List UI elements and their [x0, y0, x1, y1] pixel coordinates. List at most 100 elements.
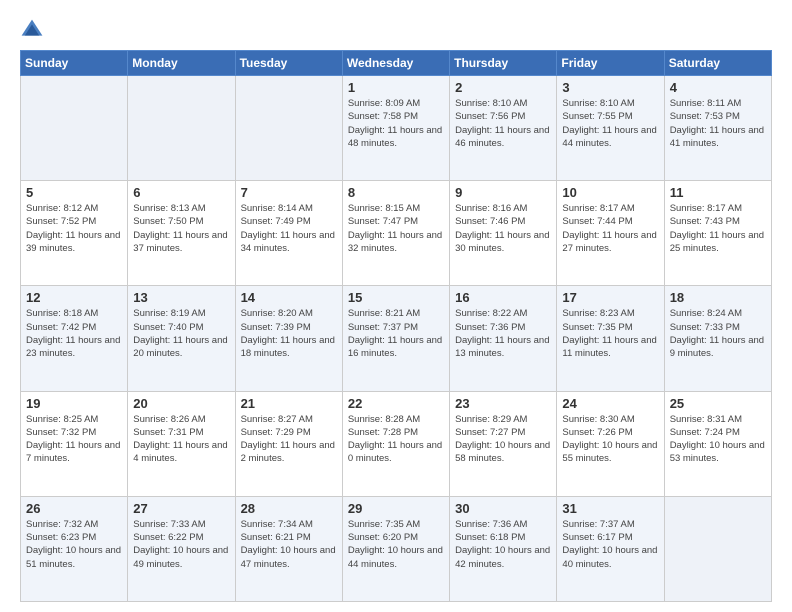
day-info: Sunrise: 8:14 AM Sunset: 7:49 PM Dayligh… — [241, 202, 337, 255]
day-number: 18 — [670, 290, 766, 305]
calendar-cell — [664, 496, 771, 601]
day-number: 1 — [348, 80, 444, 95]
calendar-cell: 10 Sunrise: 8:17 AM Sunset: 7:44 PM Dayli… — [557, 181, 664, 286]
day-info: Sunrise: 8:30 AM Sunset: 7:26 PM Dayligh… — [562, 413, 658, 466]
day-info: Sunrise: 8:18 AM Sunset: 7:42 PM Dayligh… — [26, 307, 122, 360]
calendar-cell: 11 Sunrise: 8:17 AM Sunset: 7:43 PM Dayli… — [664, 181, 771, 286]
calendar-cell: 31 Sunrise: 7:37 AM Sunset: 6:17 PM Dayli… — [557, 496, 664, 601]
header — [20, 18, 772, 42]
day-number: 27 — [133, 501, 229, 516]
day-info: Sunrise: 8:23 AM Sunset: 7:35 PM Dayligh… — [562, 307, 658, 360]
day-number: 10 — [562, 185, 658, 200]
logo — [20, 18, 48, 42]
col-header-sunday: Sunday — [21, 51, 128, 76]
day-number: 19 — [26, 396, 122, 411]
day-info: Sunrise: 8:22 AM Sunset: 7:36 PM Dayligh… — [455, 307, 551, 360]
day-info: Sunrise: 8:10 AM Sunset: 7:55 PM Dayligh… — [562, 97, 658, 150]
day-number: 9 — [455, 185, 551, 200]
calendar-cell: 19 Sunrise: 8:25 AM Sunset: 7:32 PM Dayli… — [21, 391, 128, 496]
calendar-week-1: 1 Sunrise: 8:09 AM Sunset: 7:58 PM Daylig… — [21, 76, 772, 181]
calendar-cell: 20Sunrise: 8:26 AM Sunset: 7:31 PM Dayli… — [128, 391, 235, 496]
calendar-cell: 13 Sunrise: 8:19 AM Sunset: 7:40 PM Dayli… — [128, 286, 235, 391]
day-info: Sunrise: 7:35 AM Sunset: 6:20 PM Dayligh… — [348, 518, 444, 571]
calendar-week-2: 5Sunrise: 8:12 AM Sunset: 7:52 PM Daylig… — [21, 181, 772, 286]
day-number: 28 — [241, 501, 337, 516]
day-number: 8 — [348, 185, 444, 200]
col-header-friday: Friday — [557, 51, 664, 76]
calendar-cell: 4 Sunrise: 8:11 AM Sunset: 7:53 PM Daylig… — [664, 76, 771, 181]
day-number: 30 — [455, 501, 551, 516]
day-info: Sunrise: 8:31 AM Sunset: 7:24 PM Dayligh… — [670, 413, 766, 466]
calendar-table: SundayMondayTuesdayWednesdayThursdayFrid… — [20, 50, 772, 602]
col-header-thursday: Thursday — [450, 51, 557, 76]
day-number: 4 — [670, 80, 766, 95]
day-info: Sunrise: 8:17 AM Sunset: 7:43 PM Dayligh… — [670, 202, 766, 255]
day-info: Sunrise: 8:28 AM Sunset: 7:28 PM Dayligh… — [348, 413, 444, 466]
calendar-cell: 29 Sunrise: 7:35 AM Sunset: 6:20 PM Dayli… — [342, 496, 449, 601]
day-number: 17 — [562, 290, 658, 305]
day-number: 31 — [562, 501, 658, 516]
calendar-cell: 16Sunrise: 8:22 AM Sunset: 7:36 PM Dayli… — [450, 286, 557, 391]
logo-icon — [20, 18, 44, 42]
calendar-cell: 17 Sunrise: 8:23 AM Sunset: 7:35 PM Dayli… — [557, 286, 664, 391]
calendar-cell — [235, 76, 342, 181]
day-number: 7 — [241, 185, 337, 200]
calendar-cell: 6Sunrise: 8:13 AM Sunset: 7:50 PM Daylig… — [128, 181, 235, 286]
day-info: Sunrise: 7:37 AM Sunset: 6:17 PM Dayligh… — [562, 518, 658, 571]
calendar-cell: 25 Sunrise: 8:31 AM Sunset: 7:24 PM Dayli… — [664, 391, 771, 496]
calendar-week-4: 19 Sunrise: 8:25 AM Sunset: 7:32 PM Dayli… — [21, 391, 772, 496]
day-number: 13 — [133, 290, 229, 305]
day-number: 11 — [670, 185, 766, 200]
day-info: Sunrise: 8:09 AM Sunset: 7:58 PM Dayligh… — [348, 97, 444, 150]
day-info: Sunrise: 8:13 AM Sunset: 7:50 PM Dayligh… — [133, 202, 229, 255]
calendar-cell: 9 Sunrise: 8:16 AM Sunset: 7:46 PM Daylig… — [450, 181, 557, 286]
calendar-cell: 28 Sunrise: 7:34 AM Sunset: 6:21 PM Dayli… — [235, 496, 342, 601]
day-info: Sunrise: 8:25 AM Sunset: 7:32 PM Dayligh… — [26, 413, 122, 466]
day-number: 23 — [455, 396, 551, 411]
calendar-cell: 2Sunrise: 8:10 AM Sunset: 7:56 PM Daylig… — [450, 76, 557, 181]
day-info: Sunrise: 8:21 AM Sunset: 7:37 PM Dayligh… — [348, 307, 444, 360]
day-info: Sunrise: 8:27 AM Sunset: 7:29 PM Dayligh… — [241, 413, 337, 466]
day-info: Sunrise: 7:36 AM Sunset: 6:18 PM Dayligh… — [455, 518, 551, 571]
calendar-cell: 27 Sunrise: 7:33 AM Sunset: 6:22 PM Dayli… — [128, 496, 235, 601]
calendar-cell: 14 Sunrise: 8:20 AM Sunset: 7:39 PM Dayli… — [235, 286, 342, 391]
calendar-cell: 21 Sunrise: 8:27 AM Sunset: 7:29 PM Dayli… — [235, 391, 342, 496]
col-header-wednesday: Wednesday — [342, 51, 449, 76]
col-header-saturday: Saturday — [664, 51, 771, 76]
day-info: Sunrise: 8:29 AM Sunset: 7:27 PM Dayligh… — [455, 413, 551, 466]
day-info: Sunrise: 8:15 AM Sunset: 7:47 PM Dayligh… — [348, 202, 444, 255]
calendar-cell: 24 Sunrise: 8:30 AM Sunset: 7:26 PM Dayli… — [557, 391, 664, 496]
day-number: 25 — [670, 396, 766, 411]
day-info: Sunrise: 8:20 AM Sunset: 7:39 PM Dayligh… — [241, 307, 337, 360]
page: SundayMondayTuesdayWednesdayThursdayFrid… — [0, 0, 792, 612]
day-number: 22 — [348, 396, 444, 411]
calendar-cell: 3 Sunrise: 8:10 AM Sunset: 7:55 PM Daylig… — [557, 76, 664, 181]
calendar-cell — [128, 76, 235, 181]
day-number: 29 — [348, 501, 444, 516]
calendar-cell: 8 Sunrise: 8:15 AM Sunset: 7:47 PM Daylig… — [342, 181, 449, 286]
day-info: Sunrise: 8:16 AM Sunset: 7:46 PM Dayligh… — [455, 202, 551, 255]
day-info: Sunrise: 8:17 AM Sunset: 7:44 PM Dayligh… — [562, 202, 658, 255]
day-info: Sunrise: 8:10 AM Sunset: 7:56 PM Dayligh… — [455, 97, 551, 150]
calendar-cell: 30 Sunrise: 7:36 AM Sunset: 6:18 PM Dayli… — [450, 496, 557, 601]
calendar-cell: 22 Sunrise: 8:28 AM Sunset: 7:28 PM Dayli… — [342, 391, 449, 496]
calendar-week-5: 26 Sunrise: 7:32 AM Sunset: 6:23 PM Dayli… — [21, 496, 772, 601]
calendar-cell: 1 Sunrise: 8:09 AM Sunset: 7:58 PM Daylig… — [342, 76, 449, 181]
day-number: 20 — [133, 396, 229, 411]
day-info: Sunrise: 7:32 AM Sunset: 6:23 PM Dayligh… — [26, 518, 122, 571]
day-number: 21 — [241, 396, 337, 411]
calendar-cell — [21, 76, 128, 181]
day-info: Sunrise: 8:19 AM Sunset: 7:40 PM Dayligh… — [133, 307, 229, 360]
day-number: 14 — [241, 290, 337, 305]
day-info: Sunrise: 7:33 AM Sunset: 6:22 PM Dayligh… — [133, 518, 229, 571]
day-number: 24 — [562, 396, 658, 411]
calendar-week-3: 12Sunrise: 8:18 AM Sunset: 7:42 PM Dayli… — [21, 286, 772, 391]
calendar-cell: 7 Sunrise: 8:14 AM Sunset: 7:49 PM Daylig… — [235, 181, 342, 286]
day-number: 26 — [26, 501, 122, 516]
calendar-cell: 12Sunrise: 8:18 AM Sunset: 7:42 PM Dayli… — [21, 286, 128, 391]
col-header-tuesday: Tuesday — [235, 51, 342, 76]
calendar-cell: 5Sunrise: 8:12 AM Sunset: 7:52 PM Daylig… — [21, 181, 128, 286]
day-info: Sunrise: 8:11 AM Sunset: 7:53 PM Dayligh… — [670, 97, 766, 150]
day-info: Sunrise: 7:34 AM Sunset: 6:21 PM Dayligh… — [241, 518, 337, 571]
day-number: 3 — [562, 80, 658, 95]
